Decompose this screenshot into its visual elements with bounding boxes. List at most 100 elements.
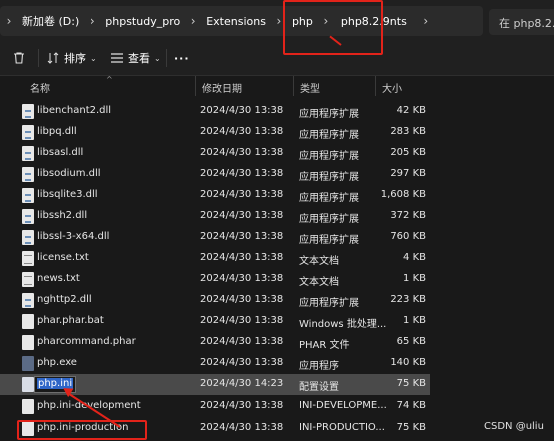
file-type: PHAR 文件 <box>299 340 350 351</box>
dll-file-icon <box>22 167 34 182</box>
column-header-date[interactable]: 修改日期 <box>195 76 293 96</box>
file-size: 205 KB <box>390 147 426 158</box>
file-date: 2024/4/30 13:38 <box>200 294 284 305</box>
file-type: INI-PRODUCTIO... <box>299 422 385 433</box>
file-date: 2024/4/30 13:38 <box>200 422 284 433</box>
file-name: libsqlite3.dll <box>37 189 98 200</box>
file-name: libssl-3-x64.dll <box>37 231 110 242</box>
list-item[interactable]: pharcommand.phar 2024/4/30 13:38 PHAR 文件… <box>0 332 430 353</box>
file-type: 应用程序扩展 <box>299 172 359 183</box>
file-name: phar.phar.bat <box>37 315 104 326</box>
file-type: 应用程序扩展 <box>299 151 359 162</box>
sort-button[interactable]: 排序 ⌄ <box>47 47 97 69</box>
list-item[interactable]: license.txt 2024/4/30 13:38 文本文档 4 KB <box>0 248 430 269</box>
file-name: news.txt <box>37 273 80 284</box>
file-type: INI-DEVELOPME... <box>299 400 387 411</box>
file-icon <box>22 399 34 414</box>
annotation-box-production <box>17 420 147 440</box>
list-item[interactable]: libpq.dll 2024/4/30 13:38 应用程序扩展 283 KB <box>0 122 430 143</box>
command-toolbar: 排序 ⌄ 查看 ⌄ ··· <box>0 40 554 76</box>
file-type: 应用程序扩展 <box>299 298 359 309</box>
list-item[interactable]: libssh2.dll 2024/4/30 13:38 应用程序扩展 372 K… <box>0 206 430 227</box>
list-item[interactable]: nghttp2.dll 2024/4/30 13:38 应用程序扩展 223 K… <box>0 290 430 311</box>
file-date: 2024/4/30 14:23 <box>200 378 284 389</box>
column-header-name[interactable]: 名称 <box>0 76 195 96</box>
chevron-down-icon: ⌄ <box>154 53 161 63</box>
column-header-size[interactable]: 大小 <box>375 76 430 96</box>
chevron-right-icon[interactable]: › <box>0 7 18 35</box>
file-name: license.txt <box>37 252 89 263</box>
address-bar[interactable]: › 新加卷 (D:) › phpstudy_pro › Extensions ›… <box>0 6 483 36</box>
dll-file-icon <box>22 146 34 161</box>
file-name: pharcommand.phar <box>37 336 136 347</box>
file-size: 1 KB <box>403 315 426 326</box>
view-button[interactable]: 查看 ⌄ <box>111 47 161 69</box>
file-type: 文本文档 <box>299 277 339 288</box>
text-file-icon <box>22 251 34 266</box>
file-size: 223 KB <box>390 294 426 305</box>
file-name: php.exe <box>37 357 77 368</box>
annotation-box-folder <box>283 0 383 55</box>
breadcrumb-extensions[interactable]: Extensions <box>202 15 270 28</box>
column-header-type[interactable]: 类型 <box>293 76 375 96</box>
file-size: 75 KB <box>396 378 426 389</box>
more-options-button[interactable]: ··· <box>174 47 190 69</box>
file-type: 应用程序扩展 <box>299 109 359 120</box>
trash-icon <box>12 51 26 65</box>
view-list-icon <box>111 53 123 63</box>
file-type: 应用程序扩展 <box>299 214 359 225</box>
delete-button[interactable] <box>12 47 26 69</box>
dll-file-icon <box>22 188 34 203</box>
file-size: 1 KB <box>403 273 426 284</box>
file-date: 2024/4/30 13:38 <box>200 189 284 200</box>
list-item[interactable]: libenchant2.dll 2024/4/30 13:38 应用程序扩展 4… <box>0 101 430 122</box>
list-item[interactable]: libsqlite3.dll 2024/4/30 13:38 应用程序扩展 1,… <box>0 185 430 206</box>
file-date: 2024/4/30 13:38 <box>200 147 284 158</box>
dll-file-icon <box>22 104 34 119</box>
file-size: 297 KB <box>390 168 426 179</box>
sort-icon <box>47 52 59 64</box>
dll-file-icon <box>22 209 34 224</box>
file-date: 2024/4/30 13:38 <box>200 105 284 116</box>
file-name: libsasl.dll <box>37 147 84 158</box>
file-size: 372 KB <box>390 210 426 221</box>
file-name: libenchant2.dll <box>37 105 112 116</box>
breadcrumb-phpstudy[interactable]: phpstudy_pro <box>101 15 184 28</box>
file-date: 2024/4/30 13:38 <box>200 126 284 137</box>
file-date: 2024/4/30 13:38 <box>200 231 284 242</box>
dll-file-icon <box>22 293 34 308</box>
file-type: 应用程序扩展 <box>299 130 359 141</box>
address-bar-row: › 新加卷 (D:) › phpstudy_pro › Extensions ›… <box>0 0 554 40</box>
file-name: libpq.dll <box>37 126 77 137</box>
chevron-right-icon[interactable]: › <box>184 7 202 35</box>
list-item[interactable]: php.exe 2024/4/30 13:38 应用程序 140 KB <box>0 353 430 374</box>
file-date: 2024/4/30 13:38 <box>200 252 284 263</box>
list-item[interactable]: libsodium.dll 2024/4/30 13:38 应用程序扩展 297… <box>0 164 430 185</box>
search-input[interactable]: 在 php8.2.9n <box>489 9 554 35</box>
file-size: 283 KB <box>390 126 426 137</box>
file-name: libssh2.dll <box>37 210 88 221</box>
sort-label: 排序 <box>64 52 86 65</box>
dll-file-icon <box>22 230 34 245</box>
file-type: 应用程序扩展 <box>299 235 359 246</box>
chevron-down-icon: ⌄ <box>90 53 97 63</box>
chevron-right-icon[interactable]: › <box>83 7 101 35</box>
file-date: 2024/4/30 13:38 <box>200 336 284 347</box>
file-type: 应用程序扩展 <box>299 193 359 204</box>
file-date: 2024/4/30 13:38 <box>200 273 284 284</box>
file-size: 760 KB <box>390 231 426 242</box>
chevron-right-icon[interactable]: › <box>417 7 435 35</box>
list-item[interactable]: libssl-3-x64.dll 2024/4/30 13:38 应用程序扩展 … <box>0 227 430 248</box>
file-type: 应用程序 <box>299 361 339 372</box>
file-icon <box>22 335 34 350</box>
breadcrumb-drive[interactable]: 新加卷 (D:) <box>18 13 83 29</box>
list-item[interactable]: phar.phar.bat 2024/4/30 13:38 Windows 批处… <box>0 311 430 332</box>
dll-file-icon <box>22 125 34 140</box>
file-date: 2024/4/30 13:38 <box>200 210 284 221</box>
list-item[interactable]: news.txt 2024/4/30 13:38 文本文档 1 KB <box>0 269 430 290</box>
ini-file-icon <box>22 377 34 392</box>
file-type: Windows 批处理... <box>299 319 387 330</box>
list-item[interactable]: libsasl.dll 2024/4/30 13:38 应用程序扩展 205 K… <box>0 143 430 164</box>
view-label: 查看 <box>128 52 150 65</box>
list-item[interactable]: php.ini-development 2024/4/30 13:38 INI-… <box>0 396 430 417</box>
